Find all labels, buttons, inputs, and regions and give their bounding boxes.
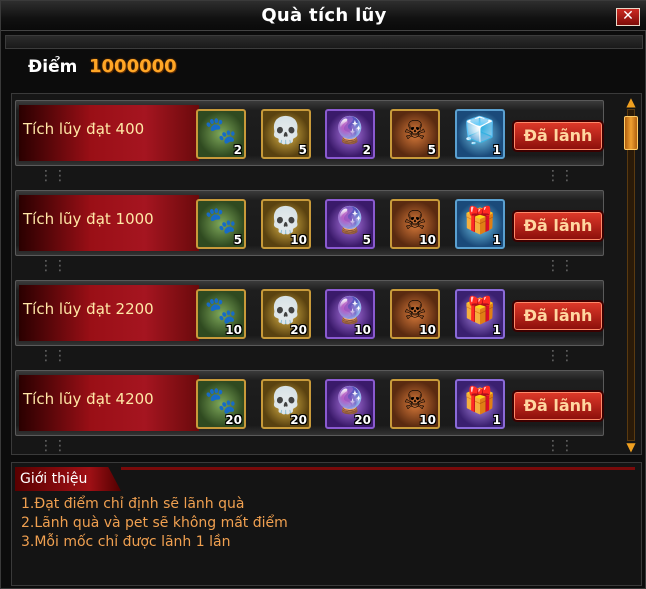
item-quantity: 20 — [290, 413, 307, 427]
item-quantity: 2 — [362, 143, 371, 157]
item-quantity: 10 — [290, 233, 307, 247]
item-quantity: 1 — [492, 323, 501, 337]
item-quantity: 10 — [419, 323, 436, 337]
tier-label: Tích lũy đạt 1000 — [23, 210, 154, 228]
reward-item-slot[interactable]: 🧊 1 — [455, 109, 505, 159]
tier-label: Tích lũy đạt 4200 — [23, 390, 154, 408]
score-label: Điểm — [28, 57, 78, 77]
claimed-button[interactable]: Đã lãnh — [512, 300, 604, 332]
info-line-1: 1.Đạt điểm chỉ định sẽ lãnh quà — [21, 496, 245, 512]
tier-label: Tích lũy đạt 2200 — [23, 300, 154, 318]
info-tab-underline — [121, 467, 635, 470]
item-quantity: 5 — [362, 233, 371, 247]
reward-item-slot[interactable]: 🔮 20 — [325, 379, 375, 429]
item-quantity: 1 — [492, 143, 501, 157]
reward-item-slot[interactable]: 🔮 10 — [325, 289, 375, 339]
scrollbar-track[interactable] — [627, 109, 635, 441]
window-title: Quà tích lũy — [261, 5, 387, 26]
item-quantity: 5 — [233, 233, 242, 247]
reward-item-slot[interactable]: 🐾 10 — [196, 289, 246, 339]
item-quantity: 1 — [492, 413, 501, 427]
reward-item-slot[interactable]: 🐾 2 — [196, 109, 246, 159]
reward-item-slot[interactable]: 🎁 1 — [455, 289, 505, 339]
item-quantity: 10 — [225, 323, 242, 337]
reward-item-slot[interactable]: 🔮 5 — [325, 199, 375, 249]
reward-item-slot[interactable]: 🎁 1 — [455, 379, 505, 429]
reward-item-slot[interactable]: ☠ 10 — [390, 289, 440, 339]
tier-row: Tích lũy đạt 1000 🐾 5 💀 10 🔮 5 ☠ 10 🎁 1 Đã lãnh — [15, 190, 604, 256]
item-quantity: 20 — [225, 413, 242, 427]
chain-connector-icon: ⋮⋮ — [546, 168, 574, 184]
reward-window: Quà tích lũy ✕ Điểm 1000000 ▲ ▼ Tích lũy… — [0, 0, 646, 589]
scroll-down-arrow-icon[interactable]: ▼ — [623, 441, 639, 453]
claimed-button[interactable]: Đã lãnh — [512, 120, 604, 152]
item-quantity: 20 — [354, 413, 371, 427]
info-line-2: 2.Lãnh quà và pet sẽ không mất điểm — [21, 515, 288, 531]
reward-item-slot[interactable]: ☠ 5 — [390, 109, 440, 159]
tier-row: Tích lũy đạt 2200 🐾 10 💀 20 🔮 10 ☠ 10 🎁 1 Đã lãnh — [15, 280, 604, 346]
item-quantity: 5 — [427, 143, 436, 157]
reward-item-slot[interactable]: 🐾 5 — [196, 199, 246, 249]
scrollbar-thumb[interactable] — [624, 116, 638, 150]
info-line-3: 3.Mỗi mốc chỉ được lãnh 1 lần — [21, 534, 231, 550]
reward-item-slot[interactable]: 💀 20 — [261, 379, 311, 429]
claimed-button[interactable]: Đã lãnh — [512, 210, 604, 242]
header-divider — [5, 35, 643, 49]
item-quantity: 10 — [419, 413, 436, 427]
tier-row: Tích lũy đạt 400 🐾 2 💀 5 🔮 2 ☠ 5 🧊 1 Đã lãnh — [15, 100, 604, 166]
reward-item-slot[interactable]: 🔮 2 — [325, 109, 375, 159]
info-title: Giới thiệu — [20, 471, 88, 487]
item-quantity: 10 — [354, 323, 371, 337]
chain-connector-icon: ⋮⋮ — [546, 258, 574, 274]
reward-item-slot[interactable]: 💀 20 — [261, 289, 311, 339]
chain-connector-icon: ⋮⋮ — [39, 258, 67, 274]
score-value: 1000000 — [89, 56, 177, 77]
item-quantity: 20 — [290, 323, 307, 337]
tier-row: Tích lũy đạt 4200 🐾 20 💀 20 🔮 20 ☠ 10 🎁 1 Đã lãnh — [15, 370, 604, 436]
item-quantity: 2 — [233, 143, 242, 157]
reward-item-slot[interactable]: ☠ 10 — [390, 379, 440, 429]
chain-connector-icon: ⋮⋮ — [39, 168, 67, 184]
reward-item-slot[interactable]: ☠ 10 — [390, 199, 440, 249]
claimed-button[interactable]: Đã lãnh — [512, 390, 604, 422]
close-button[interactable]: ✕ — [616, 8, 640, 26]
tier-label: Tích lũy đạt 400 — [23, 120, 145, 138]
item-quantity: 10 — [419, 233, 436, 247]
reward-item-slot[interactable]: 🎁 1 — [455, 199, 505, 249]
reward-item-slot[interactable]: 🐾 20 — [196, 379, 246, 429]
chain-connector-icon: ⋮⋮ — [39, 348, 67, 364]
reward-item-slot[interactable]: 💀 10 — [261, 199, 311, 249]
item-quantity: 1 — [492, 233, 501, 247]
scroll-up-arrow-icon[interactable]: ▲ — [623, 96, 639, 108]
chain-connector-icon: ⋮⋮ — [546, 438, 574, 454]
item-quantity: 5 — [298, 143, 307, 157]
reward-item-slot[interactable]: 💀 5 — [261, 109, 311, 159]
chain-connector-icon: ⋮⋮ — [546, 348, 574, 364]
chain-connector-icon: ⋮⋮ — [39, 438, 67, 454]
